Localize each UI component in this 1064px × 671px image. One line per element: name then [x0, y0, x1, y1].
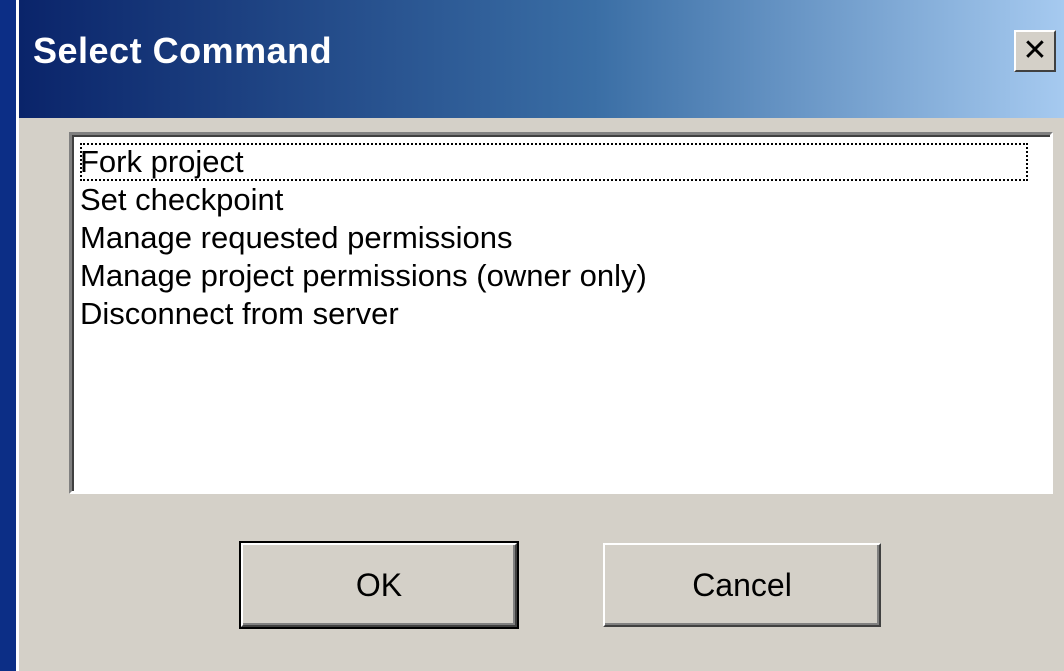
close-icon: ✕	[1022, 34, 1048, 67]
list-item-manage-requested-permissions[interactable]: Manage requested permissions	[80, 219, 513, 257]
ok-button[interactable]: OK	[239, 541, 519, 629]
dialog-title: Select Command	[33, 30, 333, 71]
desktop-background: Select Command ✕ Fork project Set checkp…	[0, 0, 1064, 671]
select-command-dialog: Select Command ✕ Fork project Set checkp…	[16, 0, 1064, 671]
list-item-manage-project-permissions[interactable]: Manage project permissions (owner only)	[80, 257, 647, 295]
title-bar[interactable]: Select Command ✕	[19, 0, 1064, 118]
close-button[interactable]: ✕	[1014, 30, 1056, 72]
list-item-set-checkpoint[interactable]: Set checkpoint	[80, 181, 283, 219]
command-listbox[interactable]: Fork project Set checkpoint Manage reque…	[69, 132, 1053, 494]
list-item-disconnect-from-server[interactable]: Disconnect from server	[80, 295, 399, 333]
list-item-fork-project[interactable]: Fork project	[80, 143, 1028, 181]
cancel-button[interactable]: Cancel	[603, 543, 881, 627]
